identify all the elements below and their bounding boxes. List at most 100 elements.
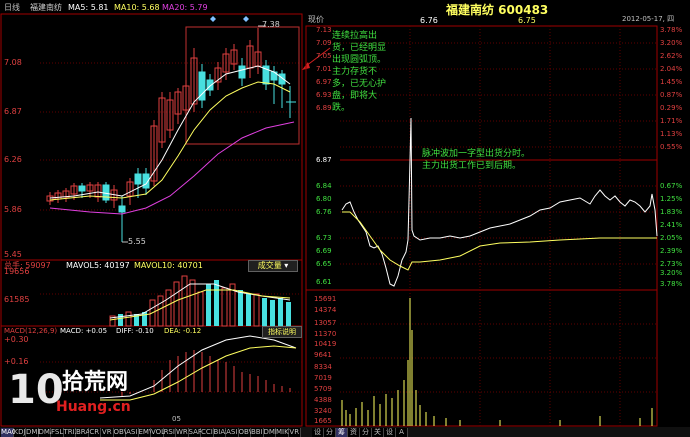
intraday-price: 6.76 xyxy=(420,16,438,25)
intraday-price-tick: 7.13 xyxy=(316,26,332,34)
intraday-volume-tick: 5709 xyxy=(314,385,332,393)
intraday-price-tick: 7.01 xyxy=(316,65,332,73)
function-tab[interactable]: 设 xyxy=(312,428,324,437)
indicator-tab[interactable]: BBI xyxy=(251,428,264,437)
mavol10-label: MAVOL10: 40701 xyxy=(134,261,203,270)
intraday-volume-tick: 3240 xyxy=(314,407,332,415)
indicator-tab[interactable]: MIKE xyxy=(276,428,293,437)
date-mark: 05 xyxy=(172,415,181,423)
mavol5-label: MAVOL5: 40197 xyxy=(66,261,130,270)
kline-annotation: 连续拉高出货，已经明显出现圆弧顶。主力存货不多，已无心护盘，即将大跌。 xyxy=(332,31,387,113)
indicator-tab[interactable]: OBV xyxy=(113,428,128,437)
intraday-pct-tick: 1.13% xyxy=(660,130,683,138)
indicator-tab[interactable]: CR xyxy=(88,428,101,437)
intraday-price-tick: 6.89 xyxy=(316,104,332,112)
indicator-tab[interactable]: SAR xyxy=(188,428,203,437)
indicator-tab[interactable]: OBV xyxy=(238,428,253,437)
site-watermark-logo: 10 拾荒网 Huang.cn xyxy=(8,370,158,424)
intraday-annotation: 脉冲波加一字型出货分时。主力出货工作已到后期。 xyxy=(422,149,531,171)
indicator-tab[interactable]: WR xyxy=(176,428,189,437)
volume-tick: 19656 xyxy=(4,267,30,276)
intraday-pct-tick: 3.20% xyxy=(660,39,683,47)
watermark-chinese: 拾荒网 xyxy=(62,370,129,395)
function-tab[interactable]: 分 xyxy=(360,428,372,437)
indicator-tab[interactable]: VOL xyxy=(151,428,165,437)
price-tick: 6.87 xyxy=(4,107,22,116)
indicator-tab[interactable]: CCI xyxy=(201,428,214,437)
indicator-tab[interactable]: KDJ xyxy=(13,428,26,437)
macd-dea: DEA: -0.12 xyxy=(164,327,202,335)
intraday-pct-tick: 2.04% xyxy=(660,65,683,73)
intraday-volume-tick: 11370 xyxy=(314,330,337,338)
intraday-pct-tick: 1.25% xyxy=(660,195,683,203)
intraday-pct-tick: 2.05% xyxy=(660,234,683,242)
indicator-tab[interactable]: BRAR xyxy=(76,428,95,437)
chevron-down-icon: ▾ xyxy=(284,261,289,270)
dropdown-label: 成交量 xyxy=(257,261,282,270)
intraday-price-tick: 6.80 xyxy=(316,195,332,203)
period-label[interactable]: 日线 xyxy=(4,4,20,12)
indicator-tab[interactable]: VR xyxy=(101,428,114,437)
intraday-price-tick: 6.69 xyxy=(316,247,332,255)
indicator-tab[interactable]: ASI xyxy=(226,428,239,437)
stock-name-label: 福建南纺 xyxy=(30,3,62,12)
intraday-pct-tick: 1.83% xyxy=(660,208,683,216)
function-tab[interactable]: 分 xyxy=(324,428,336,437)
indicator-tab[interactable]: BIAS xyxy=(213,428,230,437)
intraday-price-tick: 6.73 xyxy=(316,234,332,242)
intraday-price-tick: 7.05 xyxy=(316,52,332,60)
watermark-latin: Huang.cn xyxy=(56,399,131,415)
intraday-pct-tick: 0.29% xyxy=(660,104,683,112)
volume-indicator-dropdown[interactable]: 成交量 ▾ xyxy=(248,260,298,272)
macd-label: MACD(12,26,9) xyxy=(4,327,58,335)
indicator-help-button[interactable]: 指标说明 xyxy=(262,326,302,338)
ma10-label: MA10: 5.68 xyxy=(114,3,160,12)
intraday-pct-tick: 2.62% xyxy=(660,52,683,60)
intraday-avg: 6.75 xyxy=(518,16,536,25)
function-tab[interactable]: 筹 xyxy=(336,428,348,437)
price-tick: 5.45 xyxy=(4,250,22,259)
intraday-pct-tick: 2.41% xyxy=(660,221,683,229)
intraday-header-label: 现价 xyxy=(308,15,324,24)
price-tick: 6.26 xyxy=(4,155,22,164)
indicator-tab[interactable]: DMI xyxy=(263,428,277,437)
indicator-tab[interactable]: VR xyxy=(288,428,301,437)
intraday-price-tick: 6.76 xyxy=(316,208,332,216)
intraday-pct-tick: 2.73% xyxy=(660,260,683,268)
indicator-tab[interactable]: DMA xyxy=(38,428,55,437)
indicator-tab[interactable]: EMV xyxy=(138,428,154,437)
function-tab[interactable]: 设 xyxy=(384,428,396,437)
intraday-volume-tick: 7019 xyxy=(314,374,332,382)
intraday-pct-tick: 2.39% xyxy=(660,247,683,255)
indicator-tab[interactable]: FSL xyxy=(51,428,64,437)
intraday-price-tick: 6.97 xyxy=(316,78,332,86)
intraday-pct-tick: 0.87% xyxy=(660,91,683,99)
volume-tick: 61585 xyxy=(4,295,30,304)
intraday-volume-tick: 1665 xyxy=(314,417,332,425)
ma5-label: MA5: 5.81 xyxy=(68,3,109,12)
indicator-tab[interactable]: MACD xyxy=(1,428,22,437)
intraday-volume-tick: 8334 xyxy=(314,363,332,371)
indicator-tab[interactable]: RSI xyxy=(163,428,176,437)
intraday-price-tick: 6.61 xyxy=(316,278,332,286)
indicator-tab[interactable]: DMI xyxy=(26,428,40,437)
intraday-date: 2012-05-17, 四 xyxy=(622,15,675,23)
intraday-volume-tick: 15691 xyxy=(314,295,337,303)
function-tab[interactable]: 关 xyxy=(372,428,384,437)
intraday-volume-tick: 10419 xyxy=(314,340,337,348)
intraday-price-tick: 6.93 xyxy=(316,91,332,99)
indicator-tab[interactable]: ASI xyxy=(126,428,139,437)
intraday-price-tick: 6.65 xyxy=(316,260,332,268)
indicator-tab[interactable]: TRIX xyxy=(63,428,80,437)
macd-value: MACD: +0.05 xyxy=(60,327,108,335)
intraday-pct-tick: 1.71% xyxy=(660,117,683,125)
macd-tick: +0.16 xyxy=(4,357,29,366)
intraday-volume-tick: 13057 xyxy=(314,319,337,327)
intraday-price-tick: 7.09 xyxy=(316,39,332,47)
function-tab[interactable]: A xyxy=(396,428,408,437)
intraday-pct-tick: 0.55% xyxy=(660,143,683,151)
function-tab[interactable]: 资 xyxy=(348,428,360,437)
ma20-label: MA20: 5.79 xyxy=(162,3,208,12)
macd-tick: +0.30 xyxy=(4,335,29,344)
intraday-price-tick: 6.84 xyxy=(316,182,332,190)
